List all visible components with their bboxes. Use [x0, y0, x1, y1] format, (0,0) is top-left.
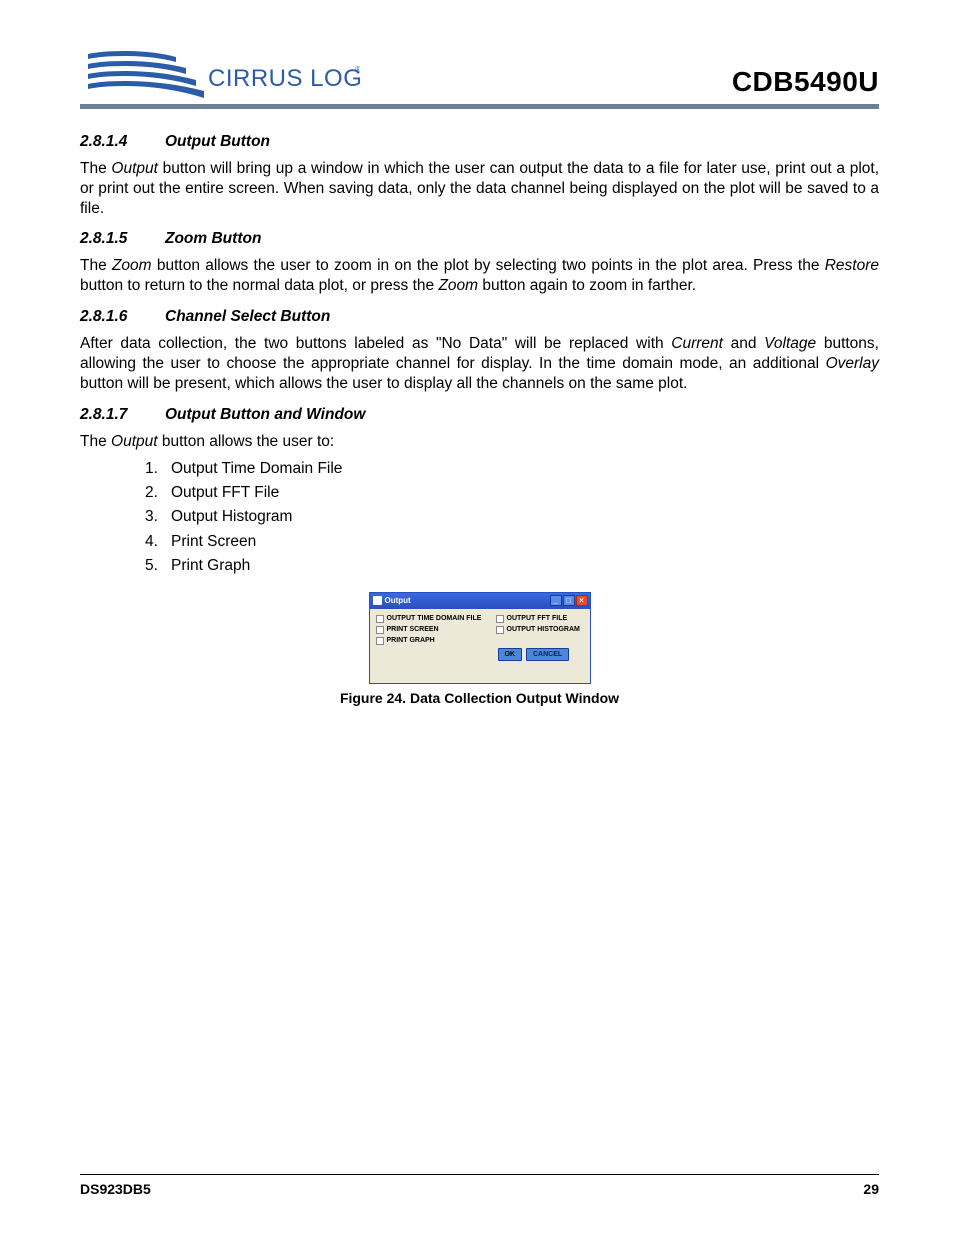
section-heading: 2.8.1.4 Output Button	[80, 133, 879, 151]
section-number: 2.8.1.6	[80, 308, 165, 326]
figure-caption: Figure 24. Data Collection Output Window	[80, 690, 879, 706]
header-rule	[80, 104, 879, 109]
section-title: Zoom Button	[165, 230, 261, 248]
checkbox-output-histogram[interactable]	[496, 626, 504, 634]
checkbox-label: PRINT GRAPH	[387, 637, 435, 644]
paragraph: The Output button allows the user to:	[80, 432, 879, 452]
checkbox-label: OUTPUT HISTOGRAM	[507, 626, 580, 633]
window-title: Output	[385, 596, 411, 605]
paragraph: The Zoom button allows the user to zoom …	[80, 256, 879, 296]
close-icon[interactable]: ×	[576, 595, 588, 606]
document-title: CDB5490U	[732, 66, 879, 98]
section-heading: 2.8.1.6 Channel Select Button	[80, 308, 879, 326]
section-heading: 2.8.1.5 Zoom Button	[80, 230, 879, 248]
app-icon	[373, 596, 382, 605]
cancel-button[interactable]: CANCEL	[526, 648, 569, 661]
paragraph: The Output button will bring up a window…	[80, 159, 879, 218]
list-item: 4.Print Screen	[145, 530, 879, 554]
section-title: Output Button	[165, 133, 270, 151]
section-number: 2.8.1.5	[80, 230, 165, 248]
minimize-icon[interactable]: _	[550, 595, 562, 606]
page-number: 29	[863, 1181, 879, 1197]
svg-text:®: ®	[355, 65, 360, 74]
list-item: 5.Print Graph	[145, 554, 879, 578]
maximize-icon[interactable]: □	[563, 595, 575, 606]
footer-rule	[80, 1174, 879, 1175]
ok-button[interactable]: OK	[498, 648, 523, 661]
checkbox-print-graph[interactable]	[376, 637, 384, 645]
checkbox-label: PRINT SCREEN	[387, 626, 439, 633]
output-window: Output _ □ × OUTPUT TIME DOMAIN FILE OUT…	[369, 592, 591, 684]
checkbox-label: OUTPUT FFT FILE	[507, 615, 568, 622]
list-item: 3.Output Histogram	[145, 505, 879, 529]
list-item: 2.Output FFT File	[145, 481, 879, 505]
checkbox-output-fft[interactable]	[496, 615, 504, 623]
section-title: Channel Select Button	[165, 308, 330, 326]
footer-doc-id: DS923DB5	[80, 1181, 151, 1197]
section-heading: 2.8.1.7 Output Button and Window	[80, 406, 879, 424]
checkbox-print-screen[interactable]	[376, 626, 384, 634]
ordered-list: 1.Output Time Domain File 2.Output FFT F…	[145, 457, 879, 577]
paragraph: After data collection, the two buttons l…	[80, 334, 879, 393]
list-item: 1.Output Time Domain File	[145, 457, 879, 481]
brand-logo: CIRRUS LOGIC ®	[80, 40, 360, 98]
window-titlebar[interactable]: Output _ □ ×	[370, 593, 590, 609]
section-number: 2.8.1.7	[80, 406, 165, 424]
checkbox-output-time-domain[interactable]	[376, 615, 384, 623]
checkbox-label: OUTPUT TIME DOMAIN FILE	[387, 615, 482, 622]
section-number: 2.8.1.4	[80, 133, 165, 151]
svg-text:CIRRUS LOGIC: CIRRUS LOGIC	[208, 65, 360, 92]
section-title: Output Button and Window	[165, 406, 365, 424]
